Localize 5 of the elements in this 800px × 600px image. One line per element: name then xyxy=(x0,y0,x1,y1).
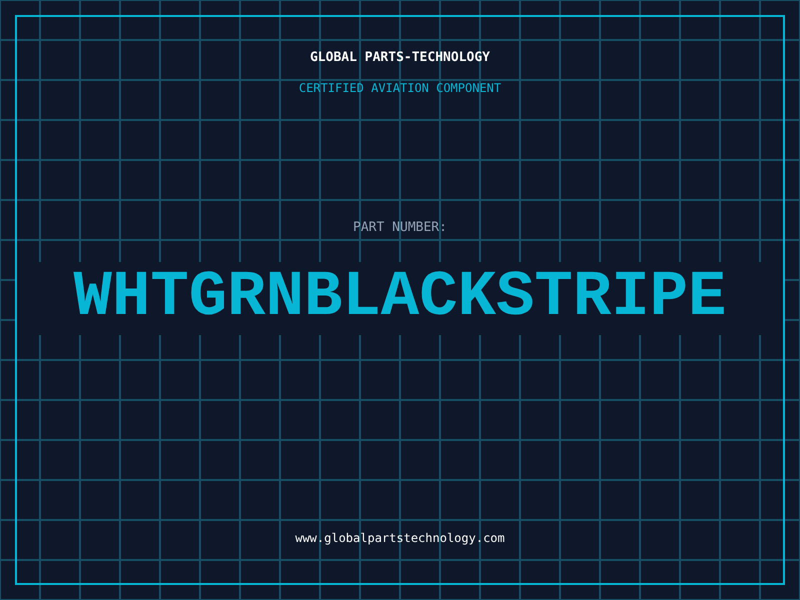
part-number-label: PART NUMBER: xyxy=(353,220,447,236)
website-url: www.globalpartstechnology.com xyxy=(295,530,505,546)
subtitle: CERTIFIED AVIATION COMPONENT xyxy=(298,80,502,96)
company-title: GLOBAL PARTS-TECHNOLOGY xyxy=(310,50,490,66)
part-number: WHTGRNBLACKSTRIPE xyxy=(74,262,726,335)
